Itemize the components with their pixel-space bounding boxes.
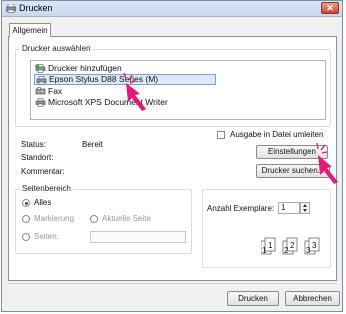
footer-divider [8,283,337,284]
copies-label: Anzahl Exemplare: [207,204,275,213]
close-button[interactable]: ✕ [321,2,339,14]
printer-item-fax[interactable]: Fax [34,86,62,97]
find-printer-button[interactable]: Drucker suchen... [256,164,330,178]
printer-icon [36,76,47,85]
radio-pages-label: Seiten: [34,232,59,241]
copies-input[interactable]: 1 [278,202,300,214]
collate-page-number: 1 [262,246,267,255]
print-to-file-label: Ausgabe in Datei umleiten [230,130,324,139]
preferences-button[interactable]: Einstellungen [256,145,328,159]
radio-all[interactable] [22,199,30,207]
printer-item-label: Fax [48,86,63,96]
radio-selection[interactable] [22,215,30,223]
tab-allgemein[interactable]: Allgemein [9,23,51,37]
print-to-file-checkbox[interactable] [217,131,225,139]
add-printer-icon [35,64,46,73]
cancel-button[interactable]: Abbrechen [285,291,340,306]
collate-page-number: 3 [312,241,317,250]
status-value: Bereit [82,140,103,149]
collate-page-number: 3 [306,246,311,255]
collate-page-number: 2 [284,246,289,255]
pages-input[interactable] [90,231,186,243]
collate-page-number: 1 [268,241,273,250]
collate-page-number: 2 [290,241,295,250]
location-label: Standort: [21,153,54,162]
print-dialog: Drucken ✕ Allgemein Drucker auswählen Dr… [1,0,343,312]
printer-item-add[interactable]: Drucker hinzufügen [34,63,122,74]
page-range-legend: Seitenbereich [20,184,73,193]
copies-stepper[interactable] [300,202,310,214]
title-bar[interactable]: Drucken ✕ [2,1,342,17]
print-button[interactable]: Drucken [227,291,279,306]
radio-pages[interactable] [22,233,30,241]
printer-item-xps[interactable]: Microsoft XPS Document Writer [34,97,168,108]
fax-icon [35,87,46,95]
collate-pages-icon: 1 1 2 2 3 3 [261,237,320,255]
radio-all-label: Alles [34,198,52,207]
status-label: Status: [21,140,46,149]
printer-selection-legend: Drucker auswählen [20,44,93,53]
printer-icon [6,4,16,13]
printer-item-label: Microsoft XPS Document Writer [48,97,168,107]
radio-selection-label: Markierung [34,214,75,223]
printer-icon [35,98,46,107]
radio-current-page-label: Aktuelle Seite [102,214,151,223]
window-title: Drucken [19,3,53,13]
printer-item-label: Drucker hinzufügen [48,63,122,73]
radio-current-page[interactable] [90,215,98,223]
printer-item-label: Epson Stylus D88 Series (M) [49,74,159,84]
comment-label: Kommentar: [21,167,65,176]
printer-list[interactable]: Drucker hinzufügen Epson Stylus D88 Seri… [30,60,326,120]
printer-item-epson[interactable]: Epson Stylus D88 Series (M) [34,74,216,85]
